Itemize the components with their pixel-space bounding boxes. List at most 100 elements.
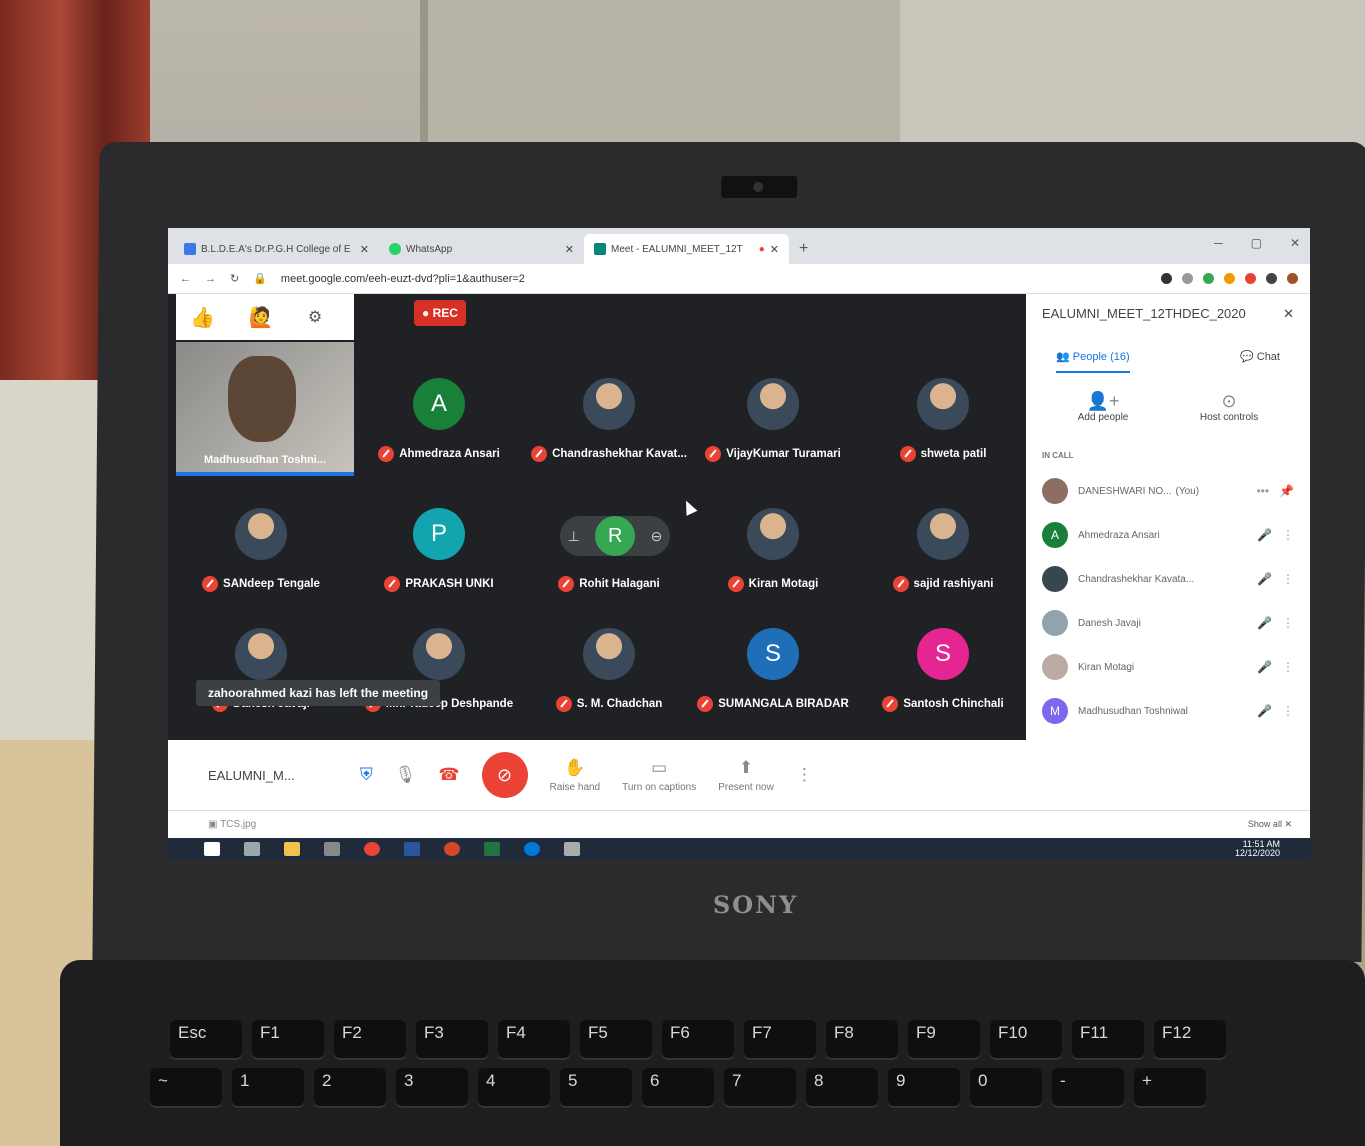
key: F9 bbox=[908, 1020, 980, 1058]
extensions bbox=[1161, 273, 1298, 284]
participant-tile[interactable]: S. M. Chadchan bbox=[524, 628, 694, 748]
task-view-icon[interactable] bbox=[244, 842, 260, 856]
mic-off-icon bbox=[202, 576, 219, 592]
avatar bbox=[917, 378, 969, 430]
left-meeting-toast: zahoorahmed kazi has left the meeting bbox=[196, 680, 441, 706]
new-tab-button[interactable]: + bbox=[789, 240, 818, 264]
user-icon[interactable]: 🙋 bbox=[249, 305, 274, 330]
mic-off-icon bbox=[378, 446, 395, 462]
more-options-icon[interactable]: ⋮ bbox=[1282, 528, 1294, 542]
show-all-button[interactable]: Show all ✕ bbox=[1248, 819, 1292, 830]
participant-tile[interactable]: shweta patil bbox=[858, 378, 1028, 498]
minimize-icon[interactable]: ─ bbox=[1214, 236, 1223, 250]
key: F10 bbox=[990, 1020, 1062, 1058]
participant-tile[interactable]: A Ahmedraza Ansari bbox=[354, 378, 524, 498]
tab-whatsapp[interactable]: WhatsApp ✕ bbox=[379, 234, 584, 264]
self-face bbox=[228, 356, 296, 442]
mic-off-icon bbox=[882, 696, 899, 712]
toggle-icon: ⊙ bbox=[1221, 391, 1237, 411]
list-item[interactable]: A Ahmedraza Ansari 🎤 ⋮ bbox=[1042, 522, 1294, 548]
avatar bbox=[917, 508, 969, 560]
close-icon[interactable]: ✕ bbox=[1283, 306, 1294, 322]
add-people-button[interactable]: 👤+ Add people bbox=[1078, 391, 1129, 423]
participant-tile[interactable]: Chandrashekhar Kavat... bbox=[524, 378, 694, 498]
more-options-icon[interactable]: ⋮ bbox=[1282, 572, 1294, 586]
host-controls-button[interactable]: ⊙ Host controls bbox=[1200, 391, 1258, 423]
file-explorer-icon[interactable] bbox=[284, 842, 300, 856]
thumbs-up-icon[interactable]: 👍 bbox=[190, 305, 215, 330]
participant-tile[interactable]: SANdeep Tengale bbox=[176, 508, 346, 628]
gear-icon[interactable]: ⚙ bbox=[308, 307, 322, 327]
app-icon[interactable] bbox=[564, 842, 580, 856]
tab-people[interactable]: 👥 People (16) bbox=[1056, 350, 1130, 373]
tab-strip: B.L.D.E.A's Dr.P.G.H College of E ✕ What… bbox=[168, 228, 1310, 264]
add-person-icon: 👤+ bbox=[1086, 391, 1120, 411]
extension-icon[interactable] bbox=[1203, 273, 1214, 284]
participant-tile[interactable]: P PRAKASH UNKI bbox=[354, 508, 524, 628]
tab-meet[interactable]: Meet - EALUMNI_MEET_12T ● ✕ bbox=[584, 234, 789, 264]
camera-off-button[interactable]: ⊘ bbox=[481, 752, 528, 798]
windows-start-icon[interactable] bbox=[204, 842, 220, 856]
tab-chat[interactable]: 💬 Chat bbox=[1240, 350, 1280, 373]
avatar: P bbox=[413, 508, 465, 560]
participant-tile[interactable]: VijayKumar Turamari bbox=[688, 378, 858, 498]
profile-avatar[interactable] bbox=[1287, 273, 1298, 284]
back-icon[interactable]: ← bbox=[180, 273, 191, 285]
meeting-details-button[interactable]: EALUMNI_M... bbox=[208, 768, 338, 783]
key: Esc bbox=[170, 1020, 242, 1058]
more-options-icon[interactable]: ⋮ bbox=[1282, 616, 1294, 630]
participant-name: Santosh Chinchali bbox=[858, 696, 1028, 712]
more-options-icon[interactable]: ⋮ bbox=[1282, 660, 1294, 674]
chrome-icon[interactable] bbox=[364, 842, 380, 856]
raise-hand-button[interactable]: ✋ Raise hand bbox=[550, 758, 601, 793]
url-input[interactable]: meet.google.com/eeh-euzt-dvd?pli=1&authu… bbox=[281, 273, 1147, 285]
close-tab-icon[interactable]: ✕ bbox=[565, 243, 574, 256]
list-item[interactable]: Danesh Javaji 🎤 ⋮ bbox=[1042, 610, 1294, 636]
more-options-icon[interactable]: ⋮ bbox=[796, 765, 813, 785]
remove-icon[interactable]: ⊖ bbox=[651, 528, 663, 545]
avatar bbox=[747, 378, 799, 430]
avatar bbox=[1042, 566, 1068, 592]
end-call-icon[interactable]: ☎ bbox=[438, 765, 459, 785]
maximize-icon[interactable]: ▢ bbox=[1251, 236, 1262, 250]
list-item[interactable]: Kiran Motagi 🎤 ⋮ bbox=[1042, 654, 1294, 680]
participant-name: Rohit Halagani bbox=[524, 576, 694, 592]
extension-icon[interactable] bbox=[1245, 273, 1256, 284]
extension-icon[interactable] bbox=[1224, 273, 1235, 284]
shield-icon[interactable]: ⛨ bbox=[360, 765, 373, 785]
person-name: Kiran Motagi bbox=[1078, 661, 1135, 673]
camera-icon[interactable] bbox=[1161, 273, 1172, 284]
more-options-icon[interactable]: ⋮ bbox=[1282, 704, 1294, 718]
list-item[interactable]: DANESHWARI NO... (You) ••• 📌 bbox=[1042, 478, 1294, 504]
microphone-icon[interactable]: 🎙 bbox=[395, 765, 417, 785]
reload-icon[interactable]: ↻ bbox=[230, 272, 239, 285]
word-icon[interactable] bbox=[404, 842, 420, 856]
star-icon[interactable] bbox=[1182, 273, 1193, 284]
lock-icon: 🔒 bbox=[253, 273, 267, 285]
pin-icon[interactable]: ⊥ bbox=[568, 528, 580, 545]
participant-tile[interactable]: sajid rashiyani bbox=[858, 508, 1028, 628]
present-now-button[interactable]: ⬆ Present now bbox=[718, 758, 774, 793]
participant-name: Ahmedraza Ansari bbox=[354, 446, 524, 462]
pin-icon[interactable]: 📌 bbox=[1279, 484, 1294, 498]
powerpoint-icon[interactable] bbox=[444, 842, 460, 856]
edge-icon[interactable] bbox=[524, 842, 540, 856]
download-item[interactable]: TCS.jpg bbox=[220, 819, 256, 830]
close-tab-icon[interactable]: ✕ bbox=[770, 243, 779, 256]
close-tab-icon[interactable]: ✕ bbox=[360, 243, 369, 256]
close-window-icon[interactable]: ✕ bbox=[1290, 236, 1300, 250]
captions-button[interactable]: ▭ Turn on captions bbox=[622, 758, 696, 793]
list-item[interactable]: M Madhusudhan Toshniwal 🎤 ⋮ bbox=[1042, 698, 1294, 724]
participant-name: S. M. Chadchan bbox=[524, 696, 694, 712]
forward-icon[interactable]: → bbox=[205, 273, 216, 285]
excel-icon[interactable] bbox=[484, 842, 500, 856]
tab-college[interactable]: B.L.D.E.A's Dr.P.G.H College of E ✕ bbox=[174, 234, 379, 264]
mic-off-icon: 🎤 bbox=[1257, 616, 1272, 630]
list-item[interactable]: Chandrashekhar Kavata... 🎤 ⋮ bbox=[1042, 566, 1294, 592]
avatar: S bbox=[917, 628, 969, 680]
participant-tile[interactable]: Kiran Motagi bbox=[688, 508, 858, 628]
participant-tile[interactable]: S SUMANGALA BIRADAR bbox=[688, 628, 858, 748]
participant-tile[interactable]: S Santosh Chinchali bbox=[858, 628, 1028, 748]
puzzle-icon[interactable] bbox=[1266, 273, 1277, 284]
store-icon[interactable] bbox=[324, 842, 340, 856]
